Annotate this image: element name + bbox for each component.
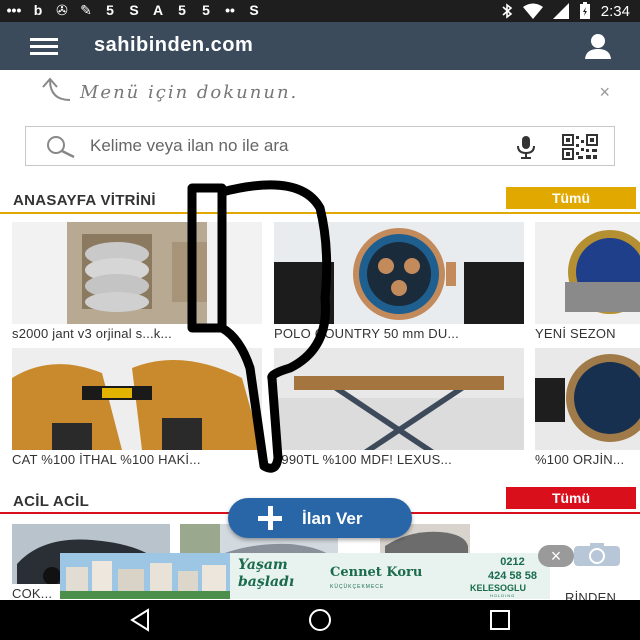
vitrin-all-button[interactable]: Tümü: [506, 187, 636, 209]
system-indicators: 2:34: [501, 2, 630, 20]
ladybug-icon: ••: [225, 2, 235, 18]
search-icon: [47, 136, 75, 159]
ad-close-button[interactable]: ×: [538, 545, 574, 567]
s-icon: S: [249, 2, 259, 18]
status-bar: ••• b ✇ ✎ 5 S A 5 5 •• S 2:34: [0, 0, 640, 22]
navigation-bar: [0, 600, 640, 640]
hint-close-icon[interactable]: ×: [599, 82, 610, 103]
ad-brand-sub: KÜÇÜKÇEKMECE: [330, 584, 385, 590]
post-listing-button[interactable]: İlan Ver: [228, 498, 412, 538]
app-title: sahibinden.com: [94, 34, 254, 56]
ad-developer-sub: HOLDING: [490, 593, 516, 598]
camera-icon[interactable]: [572, 542, 622, 568]
battery-icon: [579, 2, 590, 19]
notification-icons: ••• b ✇ ✎ 5 S A 5 5 •• S: [6, 2, 262, 19]
listing-image: [535, 222, 640, 324]
listing-caption: YENİ SEZON: [535, 326, 616, 341]
ad-banner[interactable]: Yaşam başladı Cennet Koru KÜÇÜKÇEKMECE 0…: [60, 553, 550, 599]
search-input[interactable]: [90, 133, 490, 159]
wifi-icon: [522, 3, 543, 19]
ad-city-image: [60, 553, 230, 599]
home-icon[interactable]: [306, 608, 334, 632]
ad-tagline: Yaşam başladı: [238, 557, 295, 590]
menu-hint: Menü için dokunun. ×: [40, 74, 620, 108]
listing-image: [535, 348, 640, 450]
acil-all-button[interactable]: Tümü: [506, 487, 636, 509]
app-bar: sahibinden.com: [0, 22, 640, 70]
s-icon: S: [129, 2, 139, 18]
back-icon[interactable]: [128, 608, 152, 632]
badge-icon: 5: [178, 2, 186, 18]
ad-phone: 0212 424 58 58: [488, 556, 537, 582]
b-icon: b: [33, 2, 43, 18]
curved-arrow-icon: [42, 77, 71, 101]
listing-card[interactable]: %100 ORJİN...: [535, 348, 640, 468]
post-listing-label: İlan Ver: [302, 509, 363, 528]
recent-apps-icon[interactable]: [488, 608, 512, 632]
ad-brand: Cennet Koru: [330, 565, 423, 580]
hand-drawn-thumbs-down-icon: [187, 180, 332, 473]
clock: 2:34: [600, 2, 630, 20]
plus-icon: [258, 506, 282, 530]
user-icon[interactable]: [584, 32, 612, 60]
a-icon: A: [152, 2, 164, 18]
acil-title: ACİL ACİL: [13, 493, 90, 510]
menu-icon[interactable]: [30, 38, 58, 55]
chat-bubble-icon: •••: [6, 2, 22, 18]
vitrin-title: ANASAYFA VİTRİNİ: [13, 192, 156, 209]
signal-icon: [552, 3, 569, 19]
hint-text: Menü için dokunun.: [80, 82, 299, 103]
badge-icon: 5: [202, 2, 210, 18]
qr-code-icon[interactable]: [562, 134, 598, 160]
ad-developer: KELESOGLU: [470, 583, 527, 593]
badge-icon: 5: [106, 2, 114, 18]
microphone-icon[interactable]: [514, 135, 538, 159]
search-bar: [25, 126, 615, 166]
bike-icon: ✇: [56, 2, 68, 18]
wrench-icon: ✎: [80, 2, 92, 18]
listing-card[interactable]: YENİ SEZON: [535, 222, 640, 342]
listing-caption: %100 ORJİN...: [535, 452, 625, 467]
bluetooth-icon: [502, 3, 513, 19]
